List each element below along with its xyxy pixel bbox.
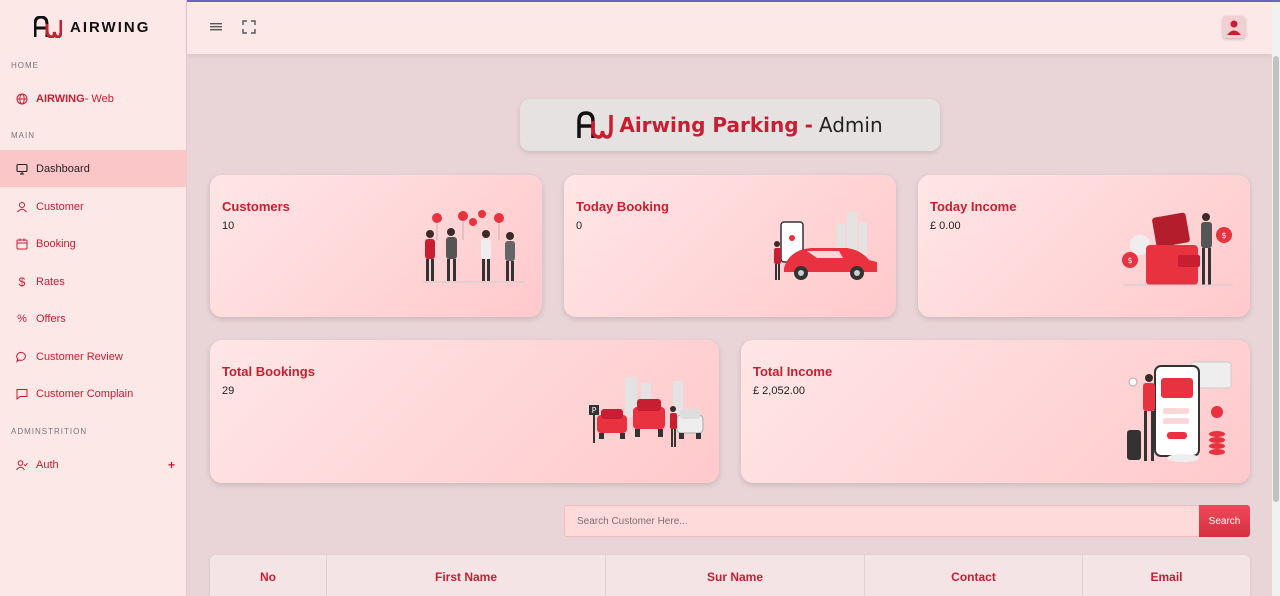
card-value: £ 0.00: [930, 220, 961, 232]
sidebar-item-label: Rates: [36, 275, 65, 288]
sidebar-item-offers[interactable]: % Offers: [0, 300, 187, 337]
title-brand: Airwing Parking: [619, 113, 799, 137]
title-role: Admin: [818, 113, 883, 137]
column-header-no[interactable]: No: [210, 555, 327, 596]
sidebar: AIRWING HOME AIRWING - Web MAIN Dashboar…: [0, 0, 187, 596]
sidebar-item-label: Customer Review: [36, 350, 123, 363]
card-title: Today Income: [930, 199, 1017, 214]
card-value: 0: [576, 220, 583, 232]
card-title: Customers: [222, 199, 290, 214]
sidebar-item-dashboard[interactable]: Dashboard: [0, 150, 187, 187]
card-title: Today Booking: [576, 199, 669, 214]
column-header-first-name[interactable]: First Name: [327, 555, 606, 596]
airwing-logo-icon: [577, 111, 614, 139]
fullscreen-icon[interactable]: [242, 20, 256, 34]
sidebar-item-booking[interactable]: Booking: [0, 225, 187, 262]
parking-cars-illustration: P: [589, 377, 704, 447]
sidebar-item-customer-complain[interactable]: Customer Complain: [0, 375, 187, 412]
search-customer-input[interactable]: [564, 505, 1200, 537]
sidebar-item-label: Booking: [36, 237, 76, 250]
sidebar-item-rates[interactable]: $ Rates: [0, 263, 187, 300]
sidebar-item-label: Customer Complain: [36, 387, 134, 400]
title-separator: -: [804, 113, 813, 137]
page-title: Airwing Parking - Admin: [520, 99, 940, 151]
section-label-main: MAIN: [11, 131, 35, 140]
chat-bubble-icon: [16, 351, 26, 363]
message-square-icon: [16, 388, 28, 400]
section-label-admin: ADMINSTRITION: [11, 427, 88, 436]
stat-card-today-income[interactable]: Today Income £ 0.00 $ $: [918, 175, 1250, 317]
sidebar-item-web[interactable]: AIRWING - Web: [0, 80, 187, 117]
sidebar-item-label: Customer: [36, 200, 84, 213]
sidebar-web-brand: AIRWING: [36, 92, 85, 105]
sidebar-item-label: Offers: [36, 312, 66, 325]
customer-table-header: No First Name Sur Name Contact Email: [210, 555, 1250, 596]
stat-card-customers[interactable]: Customers 10: [210, 175, 542, 317]
svg-text:P: P: [592, 406, 597, 415]
car-booking-illustration: [774, 212, 877, 280]
menu-toggle-icon[interactable]: [209, 20, 223, 34]
top-header: [187, 2, 1272, 54]
stat-card-total-bookings[interactable]: Total Bookings 29 P: [210, 340, 719, 483]
stat-card-today-booking[interactable]: Today Booking 0: [564, 175, 896, 317]
airwing-logo-icon: [34, 16, 62, 38]
user-check-icon: [16, 459, 28, 470]
user-avatar[interactable]: [1223, 16, 1245, 38]
sidebar-item-label: Auth: [36, 458, 59, 471]
card-value: £ 2,052.00: [753, 385, 805, 397]
user-icon: [17, 201, 27, 212]
expand-plus-icon[interactable]: +: [168, 458, 175, 472]
sidebar-web-suffix: - Web: [84, 92, 114, 105]
sidebar-item-customer-review[interactable]: Customer Review: [0, 338, 187, 375]
page-scrollbar-thumb[interactable]: [1273, 56, 1279, 502]
avatar-icon: [1227, 20, 1241, 35]
brand-name: AIRWING: [70, 18, 151, 36]
sidebar-item-customer[interactable]: Customer: [0, 188, 187, 225]
card-title: Total Bookings: [222, 364, 315, 379]
card-title: Total Income: [753, 364, 833, 379]
svg-text:$: $: [1127, 256, 1132, 265]
svg-text:$: $: [1221, 231, 1226, 240]
search-button[interactable]: Search: [1199, 505, 1250, 537]
column-header-sur-name[interactable]: Sur Name: [606, 555, 865, 596]
wallet-income-illustration: $ $: [1122, 212, 1233, 286]
column-header-contact[interactable]: Contact: [865, 555, 1083, 596]
card-value: 29: [222, 385, 235, 397]
percent-icon: %: [17, 312, 27, 325]
globe-icon: [16, 93, 28, 104]
brand[interactable]: AIRWING: [0, 0, 186, 54]
phone-payment-illustration: [1127, 361, 1232, 462]
dollar-icon: $: [18, 274, 26, 289]
calendar-icon: [16, 238, 28, 249]
sidebar-item-label: Dashboard: [36, 162, 90, 175]
section-label-home: HOME: [11, 61, 39, 70]
stat-card-total-income[interactable]: Total Income £ 2,052.00: [741, 340, 1250, 483]
column-header-email[interactable]: Email: [1083, 555, 1250, 596]
monitor-icon: [16, 163, 28, 175]
people-balloons-illustration: [423, 210, 525, 283]
card-value: 10: [222, 220, 235, 232]
sidebar-item-auth[interactable]: Auth +: [0, 446, 187, 483]
